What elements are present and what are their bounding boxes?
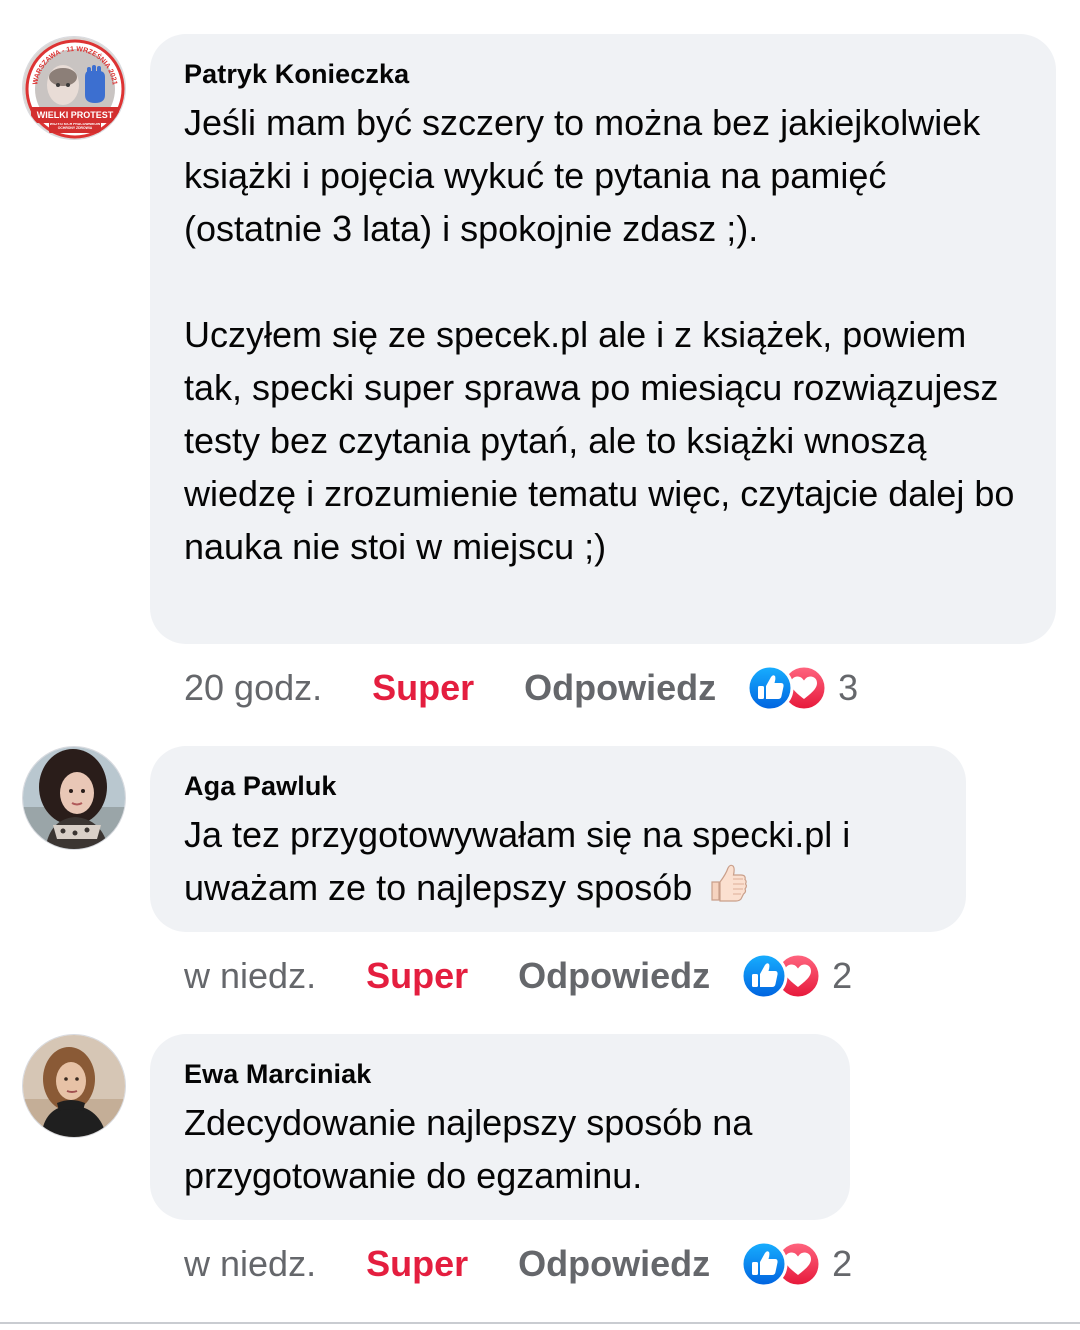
avatar-photo	[23, 1035, 125, 1137]
comment-text: Ja tez przygotowywałam się na specki.pl …	[184, 808, 932, 920]
comment-bubble: Patryk Konieczka Jeśli mam być szczery t…	[150, 34, 1056, 644]
comment-paragraph: Zdecydowanie najlepszy sposób na przygot…	[184, 1102, 753, 1196]
comment-author[interactable]: Ewa Marciniak	[184, 1058, 816, 1090]
reply-button[interactable]: Odpowiedz	[524, 667, 716, 709]
thumbs-up-emoji	[706, 862, 750, 920]
comment-actions: w niedz. Super Odpowiedz 2	[184, 950, 852, 1002]
reaction-summary[interactable]: 3	[746, 664, 858, 712]
super-reaction-button[interactable]: Super	[366, 955, 468, 997]
comment-text: Zdecydowanie najlepszy sposób na przygot…	[184, 1096, 816, 1202]
comment-paragraph: Ja tez przygotowywałam się na specki.pl …	[184, 808, 932, 920]
comment-author[interactable]: Patryk Konieczka	[184, 58, 1022, 90]
reaction-summary[interactable]: 2	[740, 952, 852, 1000]
comment-timestamp[interactable]: w niedz.	[184, 1243, 316, 1285]
comment-paragraph: Uczyłem się ze specek.pl ale i z książek…	[184, 314, 1015, 567]
comment-actions: 20 godz. Super Odpowiedz 3	[184, 662, 858, 714]
avatar[interactable]: WARSZAWA - 11 WRZEŚNIA 2021 WIELKI PROTE…	[22, 36, 126, 140]
comment-timestamp[interactable]: w niedz.	[184, 955, 316, 997]
reaction-count: 2	[832, 955, 853, 996]
comment-bubble: Ewa Marciniak Zdecydowanie najlepszy spo…	[150, 1034, 850, 1220]
like-icon	[740, 952, 788, 1000]
divider	[0, 1322, 1080, 1324]
comment-text: Jeśli mam być szczery to można bez jakie…	[184, 96, 1022, 573]
comment-timestamp[interactable]: 20 godz.	[184, 667, 322, 709]
reaction-count: 3	[838, 667, 859, 708]
reaction-count: 2	[832, 1243, 853, 1284]
avatar-badge-main-text: WIELKI PROTEST	[37, 110, 114, 120]
comment-paragraph: Jeśli mam być szczery to można bez jakie…	[184, 102, 981, 249]
avatar[interactable]	[22, 1034, 126, 1138]
super-reaction-button[interactable]: Super	[366, 1243, 468, 1285]
like-icon	[746, 664, 794, 712]
reaction-summary[interactable]: 2	[740, 1240, 852, 1288]
reply-button[interactable]: Odpowiedz	[518, 1243, 710, 1285]
comment-bubble: Aga Pawluk Ja tez przygotowywałam się na…	[150, 746, 966, 932]
comment-author[interactable]: Aga Pawluk	[184, 770, 932, 802]
avatar-badge-sub-text: WSZYSTKICH PRACOWNIKÓW OCHRONY ZDROWIA	[49, 123, 101, 130]
like-icon	[740, 1240, 788, 1288]
avatar-protest-badge-image: WARSZAWA - 11 WRZEŚNIA 2021 WIELKI PROTE…	[23, 37, 125, 139]
super-reaction-button[interactable]: Super	[372, 667, 474, 709]
reply-button[interactable]: Odpowiedz	[518, 955, 710, 997]
avatar-photo	[23, 747, 125, 849]
comment-actions: w niedz. Super Odpowiedz 2	[184, 1238, 852, 1290]
avatar[interactable]	[22, 746, 126, 850]
